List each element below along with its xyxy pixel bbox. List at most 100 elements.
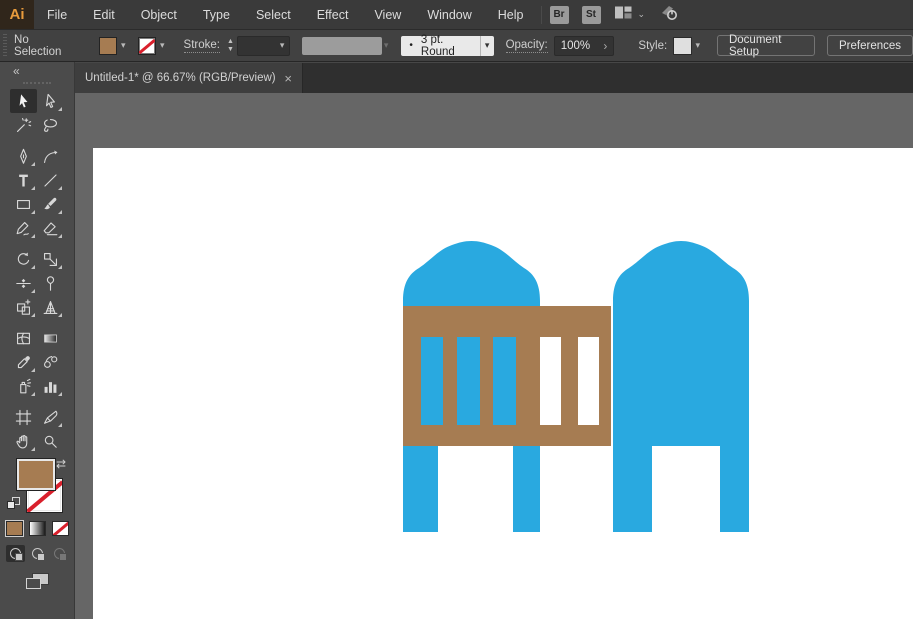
eraser-tool[interactable]	[37, 216, 64, 240]
opacity-label[interactable]: Opacity:	[505, 39, 548, 53]
curvature-tool-icon	[44, 149, 58, 163]
opacity-popout-icon[interactable]: ›	[603, 39, 607, 53]
zoom-tool[interactable]	[37, 429, 64, 453]
width-profile-dropdown[interactable]	[302, 36, 382, 55]
menu-item-object[interactable]: Object	[128, 0, 190, 29]
stroke-swatch-chevron-icon[interactable]: ▾	[160, 41, 165, 50]
menu-item-select[interactable]: Select	[243, 0, 304, 29]
puppet-warp-tool[interactable]	[37, 271, 64, 295]
tool-group-divider	[10, 398, 64, 405]
menu-item-file[interactable]: File	[34, 0, 80, 29]
crib-right-headboard[interactable]	[613, 241, 749, 532]
swap-fill-stroke-icon[interactable]: ⇄	[56, 457, 66, 471]
column-graph-tool[interactable]	[37, 374, 64, 398]
gradient-button[interactable]	[29, 521, 46, 536]
brush-dropdown-chevron-icon[interactable]: ▾	[479, 35, 494, 56]
stock-button[interactable]: St	[581, 5, 601, 24]
gpu-performance-icon[interactable]	[658, 2, 682, 27]
type-tool[interactable]	[10, 168, 37, 192]
workspace-switcher[interactable]: ⌄	[614, 5, 645, 25]
opacity-field[interactable]: 100% ›	[553, 35, 615, 56]
rectangle-tool[interactable]	[10, 192, 37, 216]
rotate-tool-icon	[17, 252, 30, 265]
rotate-tool[interactable]	[10, 247, 37, 271]
stroke-none-slash-icon	[139, 38, 156, 54]
lasso-tool[interactable]	[37, 113, 64, 137]
control-bar-grip[interactable]	[2, 33, 9, 58]
mesh-tool[interactable]	[10, 326, 37, 350]
hand-tool-icon	[16, 434, 28, 448]
magic-wand-tool[interactable]	[10, 113, 37, 137]
document-setup-button[interactable]: Document Setup	[716, 34, 815, 58]
stroke-weight-chevron-icon[interactable]: ▾	[280, 41, 285, 50]
stepper-up-icon[interactable]: ▲	[227, 38, 234, 45]
curvature-tool[interactable]	[37, 144, 64, 168]
menu-item-window[interactable]: Window	[414, 0, 484, 29]
draw-behind-button[interactable]	[28, 545, 47, 562]
tool-group-divider	[10, 137, 64, 144]
gradient-tool[interactable]	[37, 326, 64, 350]
document-tab[interactable]: Untitled-1* @ 66.67% (RGB/Preview) ×	[75, 63, 303, 93]
style-swatch[interactable]	[673, 36, 693, 55]
fill-swatch-chevron-icon[interactable]: ▾	[121, 41, 126, 50]
mesh-tool-icon	[17, 332, 30, 344]
lasso-tool-icon	[44, 118, 57, 132]
width-tool[interactable]	[10, 271, 37, 295]
stroke-weight-field[interactable]: ▾	[236, 35, 291, 56]
preferences-button[interactable]: Preferences	[827, 35, 913, 56]
puppet-warp-tool-icon	[46, 275, 55, 291]
pen-tool[interactable]	[10, 144, 37, 168]
stroke-label[interactable]: Stroke:	[183, 39, 220, 53]
line-segment-tool[interactable]	[37, 168, 64, 192]
screen-mode-button[interactable]	[26, 573, 50, 591]
tab-close-icon[interactable]: ×	[284, 72, 292, 85]
default-fill-stroke-icon[interactable]	[7, 497, 21, 510]
none-button[interactable]	[52, 521, 69, 536]
fill-color-swatch[interactable]	[99, 36, 117, 55]
symbol-sprayer-tool[interactable]	[10, 374, 37, 398]
zoom-tool-icon	[44, 435, 57, 448]
menu-item-view[interactable]: View	[361, 0, 414, 29]
color-button-swatch	[7, 522, 22, 535]
tools-panel: « ⇄	[0, 62, 75, 619]
shape-builder-tool[interactable]	[10, 295, 37, 319]
rectangle-tool-icon	[17, 199, 30, 209]
color-button[interactable]	[5, 520, 24, 537]
workspace: Untitled-1* @ 66.67% (RGB/Preview) ×	[75, 62, 913, 619]
draw-normal-button[interactable]	[6, 545, 25, 562]
style-chevron-icon[interactable]: ▾	[695, 41, 700, 50]
menubar-divider	[540, 5, 542, 24]
draw-normal-icon	[10, 548, 23, 561]
canvas-area[interactable]	[75, 93, 913, 619]
brush-definition-dropdown[interactable]: • 3 pt. Round	[401, 34, 480, 58]
eyedropper-tool-icon	[17, 355, 30, 368]
type-tool-icon	[19, 174, 28, 186]
menu-item-help[interactable]: Help	[485, 0, 537, 29]
paintbrush-tool[interactable]	[37, 192, 64, 216]
draw-inside-button[interactable]	[50, 545, 69, 562]
artboard-tool-icon	[15, 409, 32, 425]
menu-item-effect[interactable]: Effect	[304, 0, 362, 29]
slice-tool[interactable]	[37, 405, 64, 429]
scale-tool[interactable]	[37, 247, 64, 271]
menu-item-edit[interactable]: Edit	[80, 0, 128, 29]
selection-tool[interactable]	[10, 89, 37, 113]
blend-tool[interactable]	[37, 350, 64, 374]
menu-item-type[interactable]: Type	[190, 0, 243, 29]
bridge-button[interactable]: Br	[549, 5, 569, 24]
magic-wand-tool-icon	[17, 117, 32, 132]
shape-builder-tool-icon	[17, 298, 31, 315]
fill-color-indicator[interactable]	[17, 459, 55, 490]
control-bar: No Selection ▾ ▾ Stroke: ▲ ▼ ▾ ▾ • 3 pt.…	[0, 29, 913, 62]
hand-tool[interactable]	[10, 429, 37, 453]
stroke-color-swatch[interactable]	[138, 36, 157, 55]
stepper-down-icon[interactable]: ▼	[227, 46, 234, 53]
artboard-tool[interactable]	[10, 405, 37, 429]
perspective-grid-tool[interactable]	[37, 295, 64, 319]
eyedropper-tool[interactable]	[10, 350, 37, 374]
stroke-weight-stepper[interactable]: ▲ ▼	[227, 38, 234, 53]
direct-selection-tool[interactable]	[37, 89, 64, 113]
tools-panel-grip[interactable]	[23, 82, 51, 84]
shaper-tool[interactable]	[10, 216, 37, 240]
collapse-panel-button[interactable]: «	[0, 62, 74, 78]
